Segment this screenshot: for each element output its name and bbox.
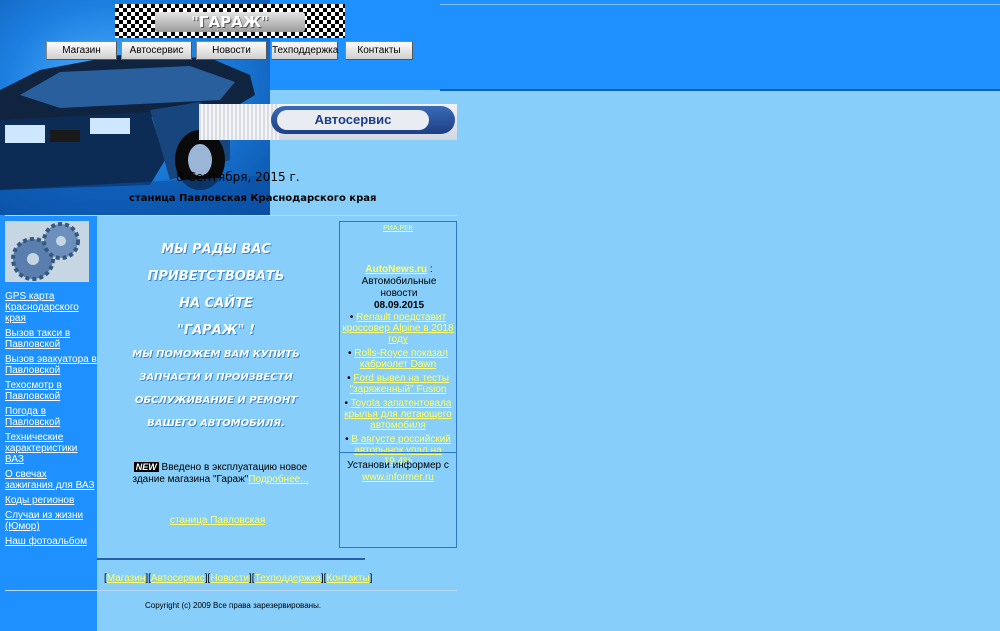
nav-button-shop[interactable]: Магазин bbox=[46, 41, 117, 60]
current-date: 8 Сентября, 2015 г. bbox=[176, 170, 300, 184]
informer-news-link[interactable]: Rolls-Royce показал кабриолет Dawn bbox=[354, 348, 448, 370]
footer-link-autoservice[interactable]: Автосервис bbox=[151, 573, 205, 584]
left-menu-link-inspection[interactable]: Техосмотр в Павловской bbox=[5, 380, 97, 402]
welcome-line: ОБСЛУЖИВАНИЕ И РЕМОНТ bbox=[134, 395, 298, 406]
site-logo[interactable]: "ГАРАЖ" bbox=[115, 4, 345, 38]
nav-button-autoservice[interactable]: Автосервис bbox=[121, 41, 192, 60]
left-menu-link-spark-plugs[interactable]: О свечах зажигания для ВАЗ bbox=[5, 469, 97, 491]
left-menu-link-gps[interactable]: GPS карта Краснодарского края bbox=[5, 291, 97, 324]
town-link-wrap: станица Павловская bbox=[170, 515, 265, 526]
informer-footer-link[interactable]: www.informer.ru bbox=[362, 472, 434, 483]
welcome-line: МЫ РАДЫ ВАС bbox=[161, 242, 271, 257]
list-item: • Rolls-Royce показал кабриолет Dawn bbox=[348, 348, 448, 370]
list-item: • Ford вывел на тесты "заряженный" Fusio… bbox=[347, 373, 449, 395]
informer-footer-text: Установи информер с bbox=[347, 460, 449, 471]
informer-rss-link[interactable]: РИА.РЕК bbox=[383, 225, 413, 232]
left-menu-link-weather[interactable]: Погода в Павловской bbox=[5, 406, 97, 428]
nav-button-news[interactable]: Новости bbox=[196, 41, 267, 60]
left-menu-link-tow[interactable]: Вызов эвакуатора в Павловской bbox=[5, 354, 97, 376]
list-item: • Renault представит кроссовер Alpine в … bbox=[342, 312, 454, 345]
welcome-line: ПРИВЕТСТВОВАТЬ bbox=[147, 269, 285, 284]
section-title: Автосервис bbox=[277, 110, 429, 130]
header-bottom-divider bbox=[440, 89, 1000, 91]
informer-news-link[interactable]: Toyota запатентовала крылья для летающег… bbox=[344, 398, 452, 431]
welcome-line: ВАШЕГО АВТОМОБИЛЯ. bbox=[147, 418, 285, 429]
left-menu-link-humor[interactable]: Случаи из жизни (Юмор) bbox=[5, 510, 97, 532]
news-informer: РИА.РЕК AutoNews.ru : Автомобильные ново… bbox=[339, 221, 457, 548]
informer-divider bbox=[340, 452, 456, 453]
header-divider bbox=[440, 4, 1000, 5]
welcome-line: НА САЙТЕ bbox=[179, 296, 253, 311]
informer-rss: РИА.РЕК bbox=[340, 225, 456, 232]
informer-news-list: • Renault представит кроссовер Alpine в … bbox=[342, 312, 454, 470]
informer-footer: Установи информер с www.informer.ru bbox=[342, 460, 454, 484]
left-menu-link-vaz-specs[interactable]: Технические характеристики ВАЗ bbox=[5, 432, 97, 465]
informer-date: 08.09.2015 bbox=[373, 300, 425, 311]
left-menu-link-taxi[interactable]: Вызов такси в Павловской bbox=[5, 328, 97, 350]
town-link[interactable]: станица Павловская bbox=[170, 515, 265, 526]
nav-button-support[interactable]: Техподдержка bbox=[271, 41, 338, 60]
nav-button-contacts[interactable]: Контакты bbox=[345, 41, 413, 60]
section-banner: Автосервис bbox=[199, 104, 457, 140]
footer-link-contacts[interactable]: Контакты bbox=[326, 573, 369, 584]
informer-header: AutoNews.ru : Автомобильные новости 08.0… bbox=[344, 264, 454, 312]
informer-news-link[interactable]: Ford вывел на тесты "заряженный" Fusion bbox=[350, 373, 449, 395]
left-menu: GPS карта Краснодарского края Вызов такс… bbox=[5, 291, 97, 551]
copyright: Copyright (c) 2009 Все права зарезервиро… bbox=[145, 601, 322, 610]
welcome-line: "ГАРАЖ" ! bbox=[177, 323, 255, 338]
informer-source-link[interactable]: AutoNews.ru bbox=[365, 264, 427, 275]
news-more-link[interactable]: Подробнее... bbox=[248, 474, 308, 485]
informer-news-link[interactable]: Renault представит кроссовер Alpine в 20… bbox=[342, 312, 453, 345]
footer-divider bbox=[97, 558, 365, 560]
footer-link-shop[interactable]: Магазин bbox=[107, 573, 146, 584]
logo-text: "ГАРАЖ" bbox=[155, 12, 305, 32]
informer-source-sep: : bbox=[429, 264, 433, 275]
gears-image bbox=[5, 221, 89, 282]
divider bbox=[5, 590, 457, 591]
divider bbox=[5, 215, 457, 216]
welcome-line: МЫ ПОМОЖЕМ ВАМ КУПИТЬ bbox=[132, 349, 300, 360]
list-item: • Toyota запатентовала крылья для летающ… bbox=[344, 398, 452, 431]
banner-pill: Автосервис bbox=[271, 106, 455, 134]
footer-nav: [Магазин][Автосервис][Новости][Техподдер… bbox=[104, 573, 373, 584]
left-menu-link-region-codes[interactable]: Коды регионов bbox=[5, 495, 97, 506]
news-item: NEW Введено в эксплуатацию новое здание … bbox=[118, 462, 323, 486]
footer-link-support[interactable]: Техподдержка bbox=[255, 573, 321, 584]
footer-link-news[interactable]: Новости bbox=[210, 573, 249, 584]
location-text: станица Павловская Краснодарского края bbox=[129, 193, 377, 204]
banner-stripes bbox=[199, 104, 279, 140]
informer-subtitle: Автомобильные новости bbox=[361, 276, 437, 299]
welcome-line: ЗАПЧАСТИ И ПРОИЗВЕСТИ bbox=[139, 372, 293, 383]
left-menu-link-photo-album[interactable]: Наш фотоальбом bbox=[5, 536, 97, 547]
new-badge: NEW bbox=[133, 462, 159, 472]
